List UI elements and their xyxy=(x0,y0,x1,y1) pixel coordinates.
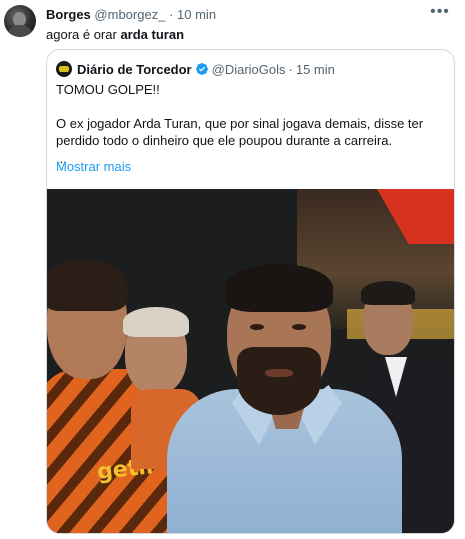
quoted-tweet-text: TOMOU GOLPE!! O ex jogador Arda Turan, q… xyxy=(56,81,448,167)
quoted-author-handle[interactable]: @DiarioGols xyxy=(212,62,286,77)
quoted-text-line-2: O ex jogador Arda Turan, que por sinal j… xyxy=(56,116,424,148)
more-horizontal-icon[interactable]: ••• xyxy=(425,4,455,23)
photo-mid-player-hair xyxy=(123,307,189,337)
verified-badge-icon xyxy=(195,63,208,75)
tweet-header: Borges @mborgez_ · 10 min xyxy=(46,7,216,22)
quoted-tweet-time[interactable]: 15 min xyxy=(296,62,335,77)
photo-main-man-hair xyxy=(225,264,333,312)
quoted-tweet-header: Diário de Torcedor @DiarioGols · 15 min xyxy=(56,61,335,77)
avatar-body xyxy=(7,25,33,37)
quoted-text-line-1: TOMOU GOLPE!! xyxy=(56,82,160,97)
photo-bg-person-right-hair xyxy=(361,281,415,305)
photo-main-man-right-eye xyxy=(292,324,306,330)
photo-left-player-hair xyxy=(47,259,127,311)
quoted-tweet-photo[interactable]: getir xyxy=(47,189,454,533)
separator-dot: · xyxy=(169,7,174,22)
tweet-text-bold: arda turan xyxy=(120,27,185,42)
tweet-text-prefix: agora é orar xyxy=(46,27,121,42)
tweet-text: agora é orar arda turan xyxy=(46,27,184,42)
photo-main-man-beard xyxy=(237,347,321,415)
photo-main-man-left-eye xyxy=(250,324,264,330)
quoted-author-name[interactable]: Diário de Torcedor xyxy=(77,62,192,77)
quoted-tweet-card[interactable]: Diário de Torcedor @DiarioGols · 15 min … xyxy=(46,49,455,534)
show-more-link[interactable]: Mostrar mais xyxy=(56,159,131,174)
photo-main-man-mouth xyxy=(265,369,293,377)
tweet-time[interactable]: 10 min xyxy=(177,7,216,22)
author-handle[interactable]: @mborgez_ xyxy=(94,7,165,22)
author-avatar[interactable] xyxy=(4,5,36,37)
quoted-author-avatar[interactable] xyxy=(56,61,72,77)
quoted-separator-dot: · xyxy=(288,61,293,77)
author-name[interactable]: Borges xyxy=(46,7,91,22)
